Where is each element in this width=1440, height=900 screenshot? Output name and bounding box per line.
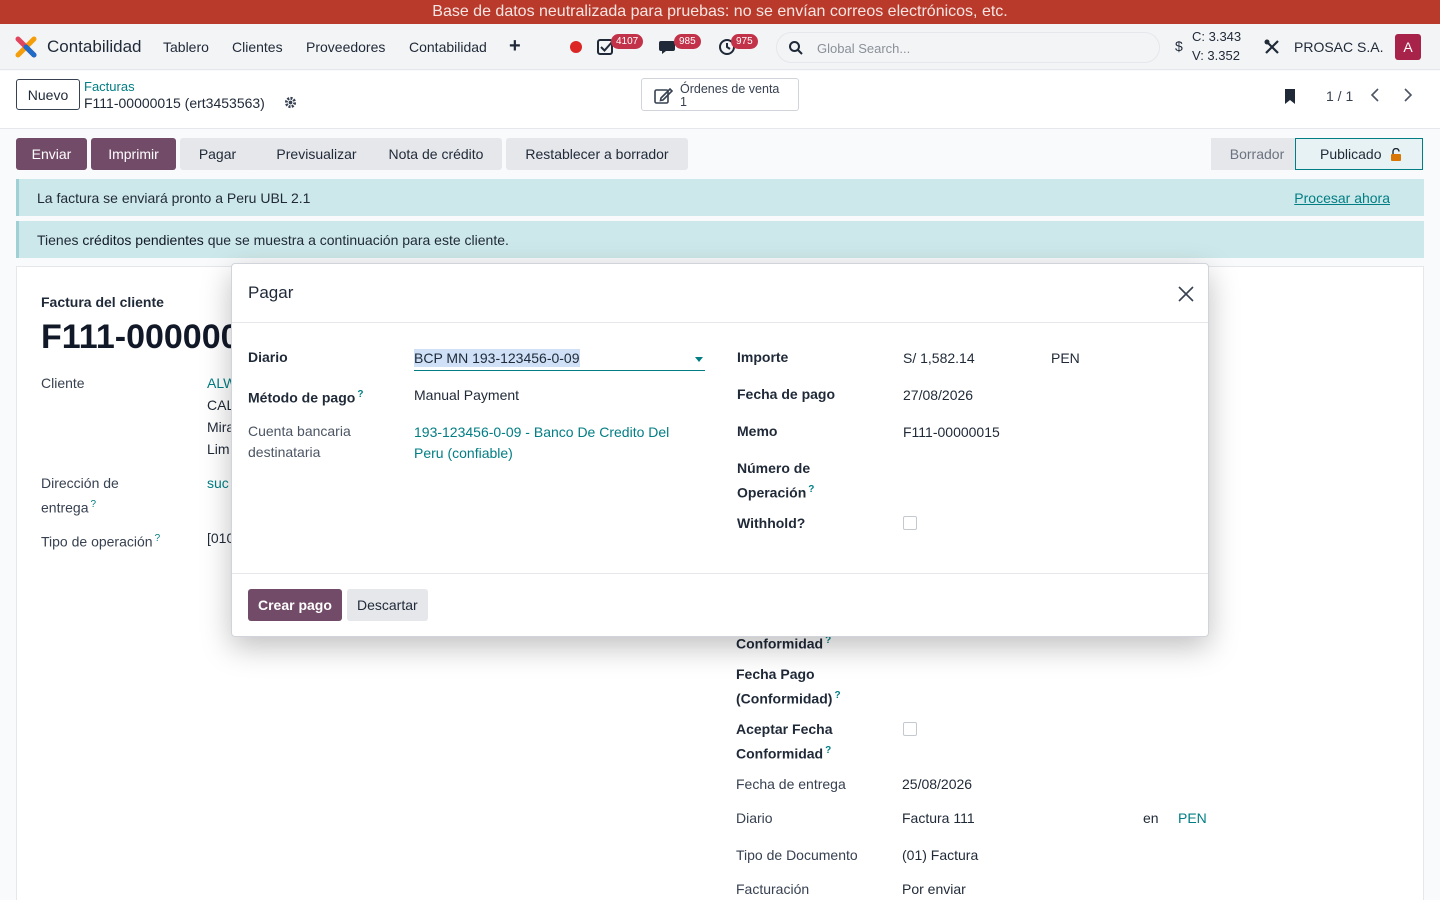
caret-down-icon xyxy=(695,357,703,362)
amount-input[interactable]: S/ 1,582.14 xyxy=(903,348,975,369)
operation-number-label: Número de Operación? xyxy=(737,460,815,501)
amount-currency[interactable]: PEN xyxy=(1051,348,1080,369)
journal-field-label: Diario xyxy=(248,349,288,365)
withhold-label: Withhold? xyxy=(737,515,806,531)
memo-input[interactable]: F111-00000015 xyxy=(903,422,1000,443)
create-payment-button[interactable]: Crear pago xyxy=(248,589,342,621)
journal-select-value: BCP MN 193-123456-0-09 xyxy=(414,349,580,367)
dialog-title: Pagar xyxy=(248,283,294,302)
memo-label: Memo xyxy=(737,423,778,439)
payment-date-input[interactable]: 27/08/2026 xyxy=(903,385,973,406)
withhold-checkbox[interactable] xyxy=(903,516,917,530)
payment-method-label: Método de pago? xyxy=(248,389,364,406)
discard-button[interactable]: Descartar xyxy=(347,589,428,621)
operation-number-input[interactable] xyxy=(903,460,1193,481)
dialog-footer-divider xyxy=(232,573,1208,574)
journal-select[interactable]: BCP MN 193-123456-0-09 xyxy=(414,347,705,371)
payment-method-value[interactable]: Manual Payment xyxy=(414,385,519,406)
payment-date-label: Fecha de pago xyxy=(737,386,836,402)
close-icon[interactable] xyxy=(1176,284,1196,304)
dialog-header-divider xyxy=(232,322,1208,323)
amount-label: Importe xyxy=(737,349,789,365)
payment-dialog: Pagar Diario BCP MN 193-123456-0-09 Méto… xyxy=(231,263,1209,637)
recipient-bank-account-label: Cuenta bancaria destinataria xyxy=(248,423,351,460)
recipient-bank-account-link[interactable]: 193-123456-0-09 - Banco De Credito Del Pe… xyxy=(414,422,669,464)
